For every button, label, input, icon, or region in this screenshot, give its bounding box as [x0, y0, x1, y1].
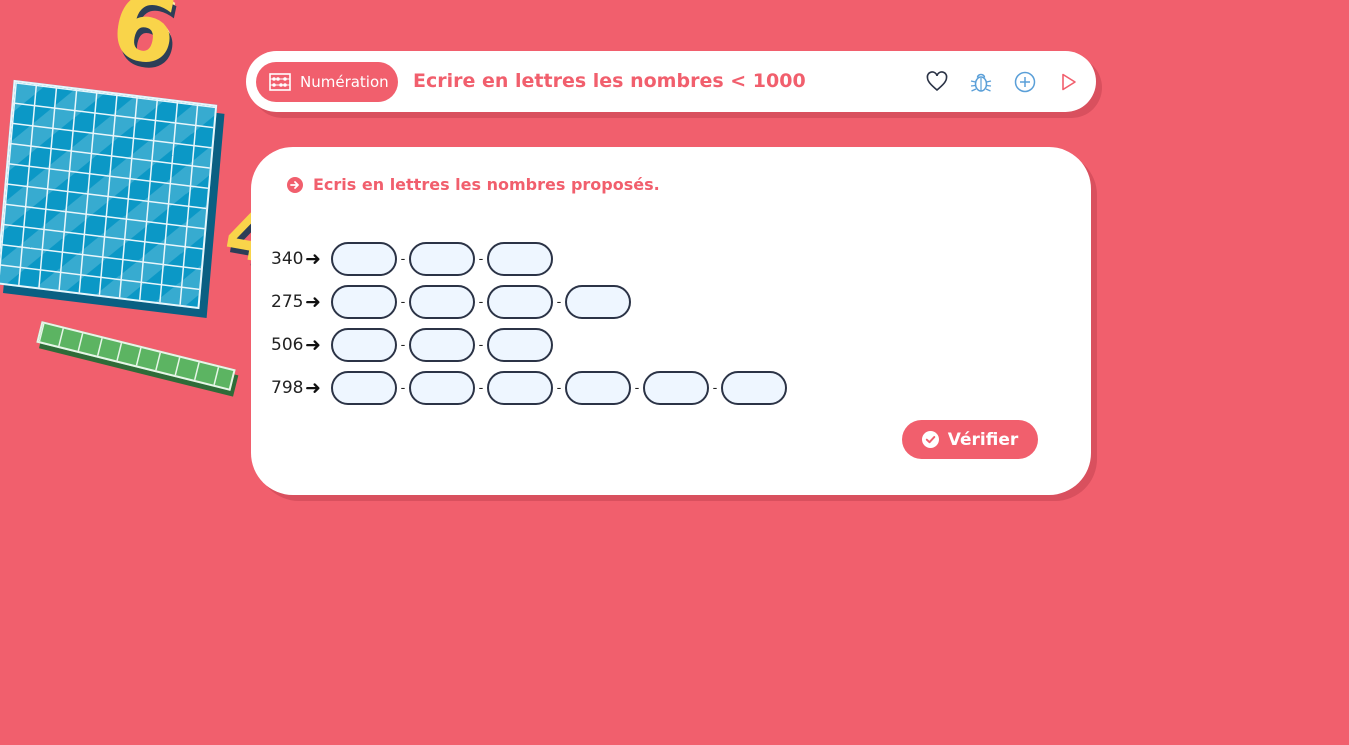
topic-pill[interactable]: Numération — [256, 62, 398, 102]
hyphen-separator: - — [556, 380, 562, 396]
arrow-icon: ➜ — [305, 291, 321, 313]
lesson-header: Numération Ecrire en lettres les nombres… — [246, 51, 1096, 112]
verify-label: Vérifier — [947, 429, 1019, 450]
word-input[interactable] — [487, 242, 553, 276]
instruction: Ecris en lettres les nombres proposés. — [287, 175, 660, 194]
hyphen-separator: - — [478, 380, 484, 396]
plus-circle-icon[interactable] — [1013, 70, 1037, 94]
hyphen-separator: - — [400, 337, 406, 353]
number-row: 340 ➜ - - — [271, 242, 553, 276]
hyphen-separator: - — [400, 251, 406, 267]
play-icon[interactable] — [1056, 70, 1080, 94]
hyphen-separator: - — [478, 337, 484, 353]
word-input[interactable] — [409, 285, 475, 319]
lesson-title: Ecrire en lettres les nombres < 1000 — [413, 70, 806, 92]
hyphen-separator: - — [400, 294, 406, 310]
word-input[interactable] — [721, 371, 787, 405]
topic-label: Numération — [300, 73, 389, 91]
arrow-circle-icon — [287, 176, 303, 193]
word-input[interactable] — [487, 371, 553, 405]
word-input[interactable] — [331, 328, 397, 362]
verify-button[interactable]: Vérifier — [902, 420, 1038, 459]
digit-six-decoration: 6 — [101, 0, 187, 88]
word-input[interactable] — [565, 285, 631, 319]
arrow-icon: ➜ — [305, 334, 321, 356]
word-input[interactable] — [565, 371, 631, 405]
bug-icon[interactable] — [969, 70, 993, 94]
number-label: 275 — [271, 292, 304, 312]
hundred-block-decoration — [0, 79, 218, 310]
number-row: 506 ➜ - - — [271, 328, 553, 362]
number-row: 798 ➜ - - - - - — [271, 371, 787, 405]
arrow-icon: ➜ — [305, 377, 321, 399]
hyphen-separator: - — [556, 294, 562, 310]
word-input[interactable] — [487, 328, 553, 362]
word-input[interactable] — [409, 328, 475, 362]
check-circle-icon — [921, 431, 939, 448]
ten-rod-decoration — [36, 321, 236, 391]
word-input[interactable] — [331, 242, 397, 276]
number-label: 340 — [271, 249, 304, 269]
number-label: 506 — [271, 335, 304, 355]
word-input[interactable] — [487, 285, 553, 319]
word-input[interactable] — [409, 371, 475, 405]
number-label: 798 — [271, 378, 304, 398]
hyphen-separator: - — [400, 380, 406, 396]
word-input[interactable] — [409, 242, 475, 276]
abacus-icon — [269, 73, 291, 91]
hyphen-separator: - — [478, 294, 484, 310]
word-input[interactable] — [331, 285, 397, 319]
heart-icon[interactable] — [925, 70, 949, 94]
arrow-icon: ➜ — [305, 248, 321, 270]
hyphen-separator: - — [634, 380, 640, 396]
number-row: 275 ➜ - - - — [271, 285, 631, 319]
exercise-card: Ecris en lettres les nombres proposés. 3… — [251, 147, 1091, 495]
instruction-text: Ecris en lettres les nombres proposés. — [313, 175, 660, 194]
hyphen-separator: - — [712, 380, 718, 396]
hyphen-separator: - — [478, 251, 484, 267]
word-input[interactable] — [331, 371, 397, 405]
word-input[interactable] — [643, 371, 709, 405]
